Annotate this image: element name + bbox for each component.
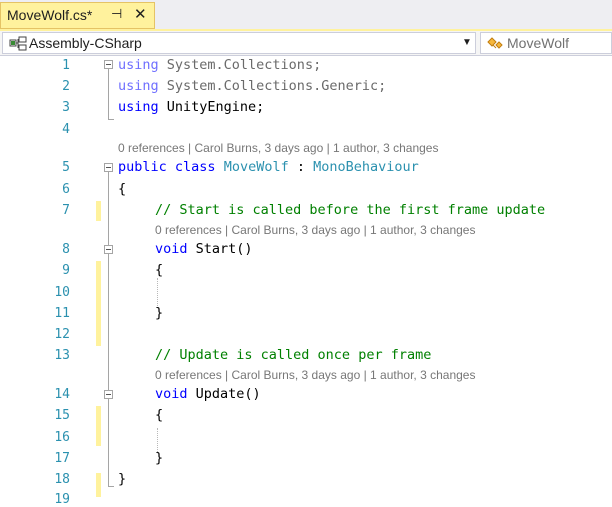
code-text: : xyxy=(288,159,314,175)
collapse-toggle[interactable] xyxy=(104,245,113,254)
codelens-separator: | xyxy=(360,223,371,237)
line-number: 18 xyxy=(54,472,70,487)
line-number: 16 xyxy=(54,430,70,445)
line-number: 6 xyxy=(62,182,70,197)
line-number: 8 xyxy=(62,242,70,257)
close-icon[interactable]: ✕ xyxy=(134,5,147,23)
code-line: using UnityEngine; xyxy=(118,99,264,115)
comment: // Start is called before the first fram… xyxy=(155,202,546,218)
change-indicator xyxy=(96,261,101,346)
code-line: { xyxy=(118,181,127,197)
codelens-separator: | xyxy=(184,141,195,155)
change-indicator xyxy=(96,201,101,221)
line-number: 9 xyxy=(62,263,70,278)
line-number: 11 xyxy=(54,306,70,321)
codelens-changes[interactable]: 1 author, 3 changes xyxy=(370,368,475,382)
codelens-separator: | xyxy=(221,223,232,237)
line-number: 4 xyxy=(62,122,70,137)
line-number: 19 xyxy=(54,492,70,507)
line-number: 17 xyxy=(54,451,70,466)
change-indicator xyxy=(96,406,101,446)
keyword: class xyxy=(166,159,224,175)
project-name: Assembly-CSharp xyxy=(29,35,142,51)
project-dropdown[interactable]: Assembly-CSharp ▼ xyxy=(2,32,476,54)
code-line: { xyxy=(155,407,164,423)
outline-line-end xyxy=(108,486,114,487)
keyword: public xyxy=(118,159,167,175)
type-name: MoveWolf xyxy=(223,159,289,175)
codelens-author[interactable]: Carol Burns, 3 days ago xyxy=(232,223,361,237)
line-number: 2 xyxy=(62,79,70,94)
line-number: 3 xyxy=(62,100,70,115)
codelens-changes[interactable]: 1 author, 3 changes xyxy=(370,223,475,237)
keyword: using xyxy=(118,78,159,94)
outline-line xyxy=(108,172,109,486)
code-line: public class MoveWolf : MonoBehaviour xyxy=(104,159,419,175)
code-text: Start() xyxy=(187,241,253,257)
codelens-separator: | xyxy=(221,368,232,382)
line-number: 7 xyxy=(62,203,70,218)
outline-line-end xyxy=(108,119,114,120)
indent-guide xyxy=(157,278,158,308)
line-number: 13 xyxy=(54,348,70,363)
code-line: { xyxy=(155,262,164,278)
line-number: 15 xyxy=(54,408,70,423)
codelens-changes[interactable]: 1 author, 3 changes xyxy=(333,141,438,155)
csharp-project-icon xyxy=(9,36,27,51)
keyword: using xyxy=(118,99,159,115)
keyword: using xyxy=(118,57,159,73)
codelens: 0 references | Carol Burns, 3 days ago |… xyxy=(155,223,475,237)
class-icon xyxy=(487,37,503,49)
code-line: void Start() xyxy=(155,241,253,257)
codelens: 0 references | Carol Burns, 3 days ago |… xyxy=(118,141,438,155)
line-number: 1 xyxy=(62,58,70,73)
codelens-separator: | xyxy=(323,141,334,155)
keyword: void xyxy=(155,241,188,257)
collapse-toggle[interactable] xyxy=(104,390,113,399)
indent-guide xyxy=(157,428,158,452)
line-number: 10 xyxy=(54,285,70,300)
comment: // Update is called once per frame xyxy=(155,347,432,363)
code-line: using System.Collections.Generic; xyxy=(118,78,386,94)
line-number: 12 xyxy=(54,327,70,342)
keyword: void xyxy=(155,386,188,402)
code-text: System.Collections; xyxy=(158,57,322,73)
tab-title: MoveWolf.cs* xyxy=(7,7,93,23)
code-editor[interactable]: 1 using System.Collections; 2 using Syst… xyxy=(0,56,612,507)
codelens: 0 references | Carol Burns, 3 days ago |… xyxy=(155,368,475,382)
document-tab-strip: MoveWolf.cs* ⊣ ✕ xyxy=(0,0,612,29)
class-dropdown[interactable]: MoveWolf xyxy=(480,32,612,54)
codelens-references[interactable]: 0 references xyxy=(155,368,222,382)
code-line: using System.Collections; xyxy=(118,57,321,73)
type-name: MonoBehaviour xyxy=(313,159,419,175)
pin-icon[interactable]: ⊣ xyxy=(111,6,122,22)
code-text: Update() xyxy=(187,386,261,402)
code-text: UnityEngine; xyxy=(158,99,265,115)
collapse-toggle[interactable] xyxy=(104,60,113,69)
code-line: void Update() xyxy=(155,386,261,402)
code-line: } xyxy=(155,305,164,321)
code-text: System.Collections.Generic; xyxy=(158,78,387,94)
code-line: } xyxy=(118,471,127,487)
chevron-down-icon[interactable]: ▼ xyxy=(462,37,472,48)
document-tab-movewolf[interactable]: MoveWolf.cs* ⊣ ✕ xyxy=(0,2,155,29)
codelens-author[interactable]: Carol Burns, 3 days ago xyxy=(232,368,361,382)
change-indicator xyxy=(96,473,101,497)
class-name: MoveWolf xyxy=(507,35,569,51)
navigation-bar: Assembly-CSharp ▼ MoveWolf xyxy=(0,31,612,56)
line-number: 5 xyxy=(62,160,70,175)
codelens-author[interactable]: Carol Burns, 3 days ago xyxy=(195,141,324,155)
codelens-references[interactable]: 0 references xyxy=(155,223,222,237)
code-line: } xyxy=(155,450,164,466)
outline-line xyxy=(108,69,109,119)
line-number: 14 xyxy=(54,387,70,402)
codelens-references[interactable]: 0 references xyxy=(118,141,185,155)
codelens-separator: | xyxy=(360,368,371,382)
